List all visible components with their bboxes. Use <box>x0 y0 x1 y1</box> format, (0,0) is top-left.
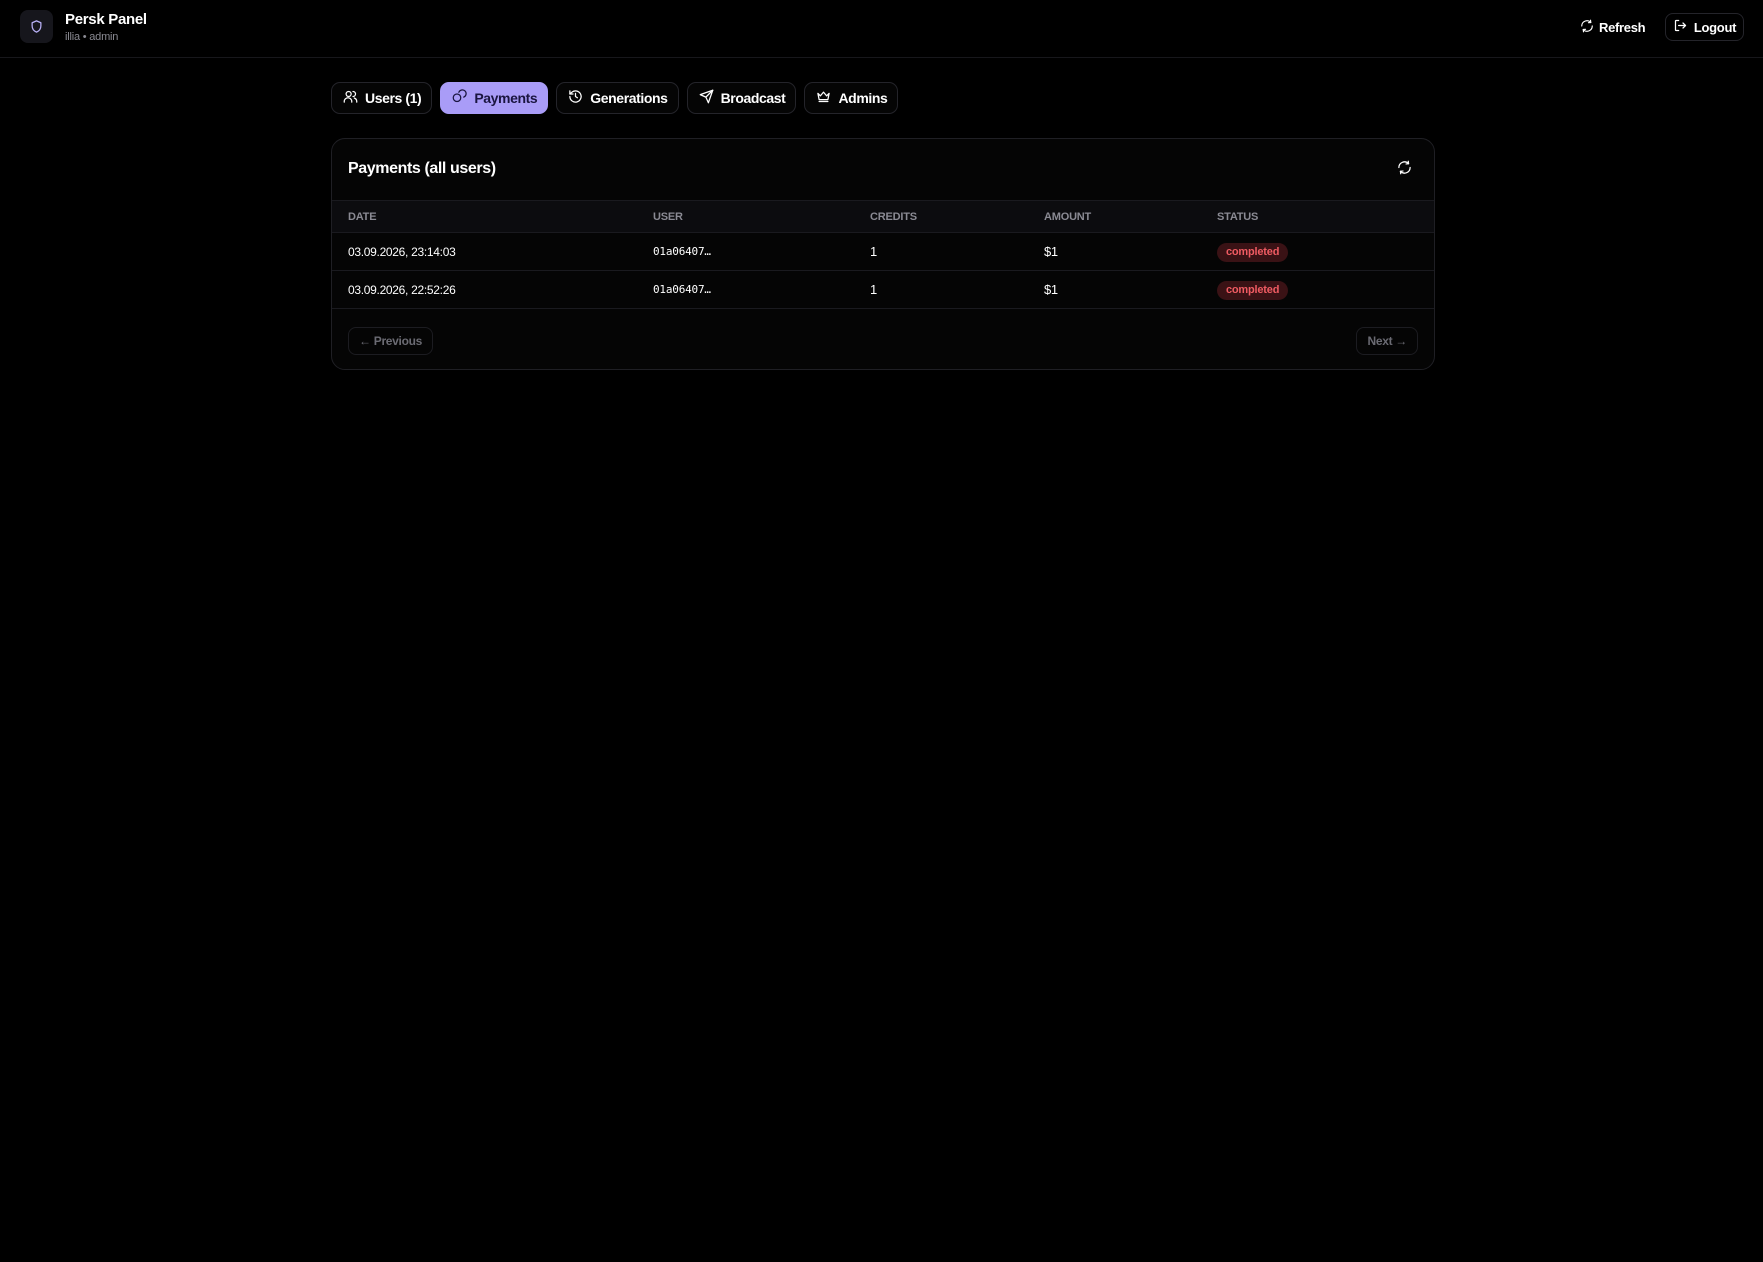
column-header-date: DATE <box>348 211 377 223</box>
logout-label: Logout <box>1693 19 1737 35</box>
table-row: 03.09.2026, 22:52:26 01a06407… 1 $1 comp… <box>332 271 1434 309</box>
reload-payments-button[interactable] <box>1391 157 1417 183</box>
payment-user-id: 01a06407… <box>653 283 711 296</box>
tab-payments[interactable]: Payments <box>440 82 549 114</box>
top-bar: Persk Panel illia • admin Refresh Logout <box>0 0 1763 58</box>
refresh-icon <box>1397 160 1412 180</box>
tab-payments-label: Payments <box>474 90 538 106</box>
tab-broadcast[interactable]: Broadcast <box>686 82 797 114</box>
tab-admins[interactable]: Admins <box>804 82 899 114</box>
table-header: DATE USER CREDITS AMOUNT STATUS <box>332 200 1434 233</box>
users-icon <box>343 89 358 107</box>
previous-page-button[interactable]: ← Previous <box>348 327 434 355</box>
next-page-button[interactable]: Next → <box>1356 327 1418 355</box>
payment-amount: $1 <box>1044 282 1058 297</box>
refresh-button[interactable]: Refresh <box>1580 15 1646 39</box>
history-icon <box>568 89 583 107</box>
table-row: 03.09.2026, 23:14:03 01a06407… 1 $1 comp… <box>332 233 1434 271</box>
tab-admins-label: Admins <box>838 90 888 106</box>
send-icon <box>699 89 714 107</box>
tab-users[interactable]: Users (1) <box>331 82 433 114</box>
status-badge: completed <box>1217 281 1289 300</box>
payment-credits: 1 <box>870 282 877 297</box>
crown-icon <box>816 89 831 107</box>
column-header-amount: AMOUNT <box>1044 211 1092 223</box>
payments-card: Payments (all users) DATE USER CREDITS A… <box>331 138 1435 370</box>
payment-credits: 1 <box>870 244 877 259</box>
column-header-credits: CREDITS <box>870 211 917 223</box>
column-header-user: USER <box>653 211 683 223</box>
refresh-icon <box>1580 19 1594 36</box>
shield-icon <box>20 10 53 43</box>
app-title: Persk Panel <box>65 11 147 28</box>
logout-icon <box>1673 18 1688 36</box>
payment-user-id: 01a06407… <box>653 245 711 258</box>
card-title: Payments (all users) <box>348 160 496 177</box>
payment-date: 03.09.2026, 23:14:03 <box>348 245 456 259</box>
logout-button[interactable]: Logout <box>1665 13 1744 41</box>
column-header-status: STATUS <box>1217 211 1259 223</box>
tab-broadcast-label: Broadcast <box>720 90 786 106</box>
tab-users-label: Users (1) <box>365 90 422 106</box>
tab-generations-label: Generations <box>590 90 668 106</box>
user-role-subtitle: illia • admin <box>65 31 119 43</box>
payment-date: 03.09.2026, 22:52:26 <box>348 283 456 297</box>
tab-generations[interactable]: Generations <box>556 82 679 114</box>
status-badge: completed <box>1217 243 1289 262</box>
refresh-label: Refresh <box>1599 19 1646 35</box>
coins-icon <box>452 89 468 107</box>
payment-amount: $1 <box>1044 244 1058 259</box>
tab-bar: Users (1) Payments Generations Broadcast <box>331 82 899 114</box>
